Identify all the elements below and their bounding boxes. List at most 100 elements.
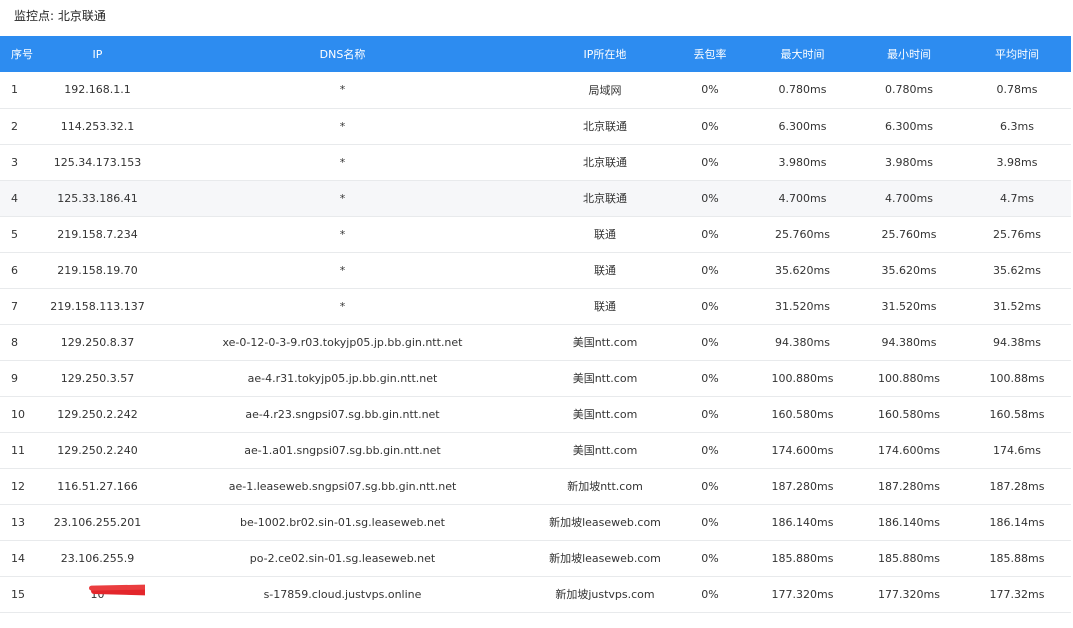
table-row: 8 129.250.8.37 xe-0-12-0-3-9.r03.tokyjp05.… bbox=[0, 324, 1071, 360]
cell-ip: 10 bbox=[50, 576, 145, 612]
cell-min-time: 160.580ms bbox=[878, 407, 940, 421]
cell-loss: 0% bbox=[701, 227, 719, 241]
cell-min-time: 25.760ms bbox=[881, 227, 937, 241]
cell-max-time: 31.520ms bbox=[775, 299, 830, 313]
cell-avg-time: 4.7ms bbox=[1000, 191, 1034, 205]
col-header-min-time: 最小时间 bbox=[887, 48, 931, 61]
cell-dns-name: s-17859.cloud.justvps.online bbox=[263, 587, 422, 601]
cell-min-time: 185.880ms bbox=[878, 551, 940, 565]
cell-location: 美国ntt.com bbox=[572, 372, 638, 385]
cell-ip: 192.168.1.1 bbox=[64, 83, 131, 97]
cell-no: 1 bbox=[11, 83, 18, 97]
table-row: 6 219.158.19.70 * 联通 0% 35.620ms 35.620ms 35.62… bbox=[0, 252, 1071, 288]
cell-dns-name: * bbox=[339, 119, 346, 133]
cell-no: 2 bbox=[11, 119, 18, 133]
cell-max-time: 160.580ms bbox=[771, 407, 834, 421]
cell-max-time: 94.380ms bbox=[775, 335, 830, 349]
cell-loss: 0% bbox=[701, 587, 719, 601]
cell-no: 7 bbox=[11, 299, 18, 313]
cell-dns-name: ae-4.r23.sngpsi07.sg.bb.gin.ntt.net bbox=[245, 407, 440, 421]
cell-min-time: 6.300ms bbox=[885, 119, 933, 133]
col-header-dns: DNS名称 bbox=[319, 48, 366, 61]
cell-dns-name: xe-0-12-0-3-9.r03.tokyjp05.jp.bb.gin.ntt… bbox=[222, 335, 463, 349]
cell-location: 新加坡ntt.com bbox=[567, 480, 643, 493]
cell-ip: 129.250.3.57 bbox=[60, 371, 135, 385]
cell-ip: 219.158.19.70 bbox=[57, 263, 138, 277]
cell-dns-name: po-2.ce02.sin-01.sg.leaseweb.net bbox=[249, 551, 436, 565]
table-row: 1 192.168.1.1 * 局域网 0% 0.780ms 0.780ms 0.78ms bbox=[0, 72, 1071, 108]
cell-no: 11 bbox=[11, 443, 25, 457]
cell-avg-time: 187.28ms bbox=[989, 479, 1045, 493]
cell-max-time: 186.140ms bbox=[771, 515, 834, 529]
cell-location: 北京联通 bbox=[583, 156, 627, 169]
col-header-location: IP所在地 bbox=[583, 48, 627, 61]
cell-dns-name: ae-4.r31.tokyjp05.jp.bb.gin.ntt.net bbox=[247, 371, 438, 385]
cell-min-time: 3.980ms bbox=[885, 155, 933, 169]
cell-avg-time: 6.3ms bbox=[1000, 119, 1034, 133]
cell-loss: 0% bbox=[701, 119, 719, 133]
cell-avg-time: 35.62ms bbox=[993, 263, 1041, 277]
traceroute-table: 序号 IP DNS名称 IP所在地 丢包率 最大时间 最小时间 平均时间 1 19… bbox=[0, 36, 1071, 613]
table-row: 9 129.250.3.57 ae-4.r31.tokyjp05.jp.bb.gin… bbox=[0, 360, 1071, 396]
redacted-ip: 10 bbox=[88, 583, 145, 601]
cell-avg-time: 94.38ms bbox=[993, 335, 1041, 349]
cell-location: 美国ntt.com bbox=[572, 336, 638, 349]
cell-no: 6 bbox=[11, 263, 18, 277]
cell-loss: 0% bbox=[701, 443, 719, 457]
cell-no: 14 bbox=[11, 551, 25, 565]
cell-avg-time: 160.58ms bbox=[989, 407, 1045, 421]
cell-ip: 129.250.2.242 bbox=[57, 407, 138, 421]
cell-dns-name: * bbox=[339, 155, 346, 169]
cell-loss: 0% bbox=[701, 299, 719, 313]
cell-ip: 219.158.7.234 bbox=[57, 227, 138, 241]
cell-loss: 0% bbox=[701, 83, 719, 97]
cell-ip: 129.250.2.240 bbox=[57, 443, 138, 457]
cell-dns-name: * bbox=[339, 83, 346, 97]
cell-no: 10 bbox=[11, 407, 25, 421]
cell-ip: 219.158.113.137 bbox=[50, 299, 145, 313]
cell-max-time: 187.280ms bbox=[771, 479, 834, 493]
cell-ip: 23.106.255.9 bbox=[60, 551, 135, 565]
cell-dns-name: ae-1.a01.sngpsi07.sg.bb.gin.ntt.net bbox=[244, 443, 441, 457]
table-row: 7 219.158.113.137 * 联通 0% 31.520ms 31.520ms 31.… bbox=[0, 288, 1071, 324]
col-header-max-time: 最大时间 bbox=[780, 48, 825, 61]
col-header-avg-time: 平均时间 bbox=[995, 48, 1039, 61]
cell-max-time: 185.880ms bbox=[771, 551, 834, 565]
cell-no: 12 bbox=[11, 479, 25, 493]
col-header-ip: IP bbox=[92, 47, 103, 61]
cell-location: 新加坡justvps.com bbox=[555, 588, 655, 601]
cell-loss: 0% bbox=[701, 371, 719, 385]
cell-location: 美国ntt.com bbox=[572, 408, 638, 421]
cell-loss: 0% bbox=[701, 407, 719, 421]
cell-avg-time: 25.76ms bbox=[993, 227, 1041, 241]
table-row: 4 125.33.186.41 * 北京联通 0% 4.700ms 4.700ms 4.7ms bbox=[0, 180, 1071, 216]
cell-dns-name: * bbox=[339, 227, 346, 241]
cell-loss: 0% bbox=[701, 551, 719, 565]
cell-location: 美国ntt.com bbox=[572, 444, 638, 457]
table-row: 2 114.253.32.1 * 北京联通 0% 6.300ms 6.300ms 6.3ms bbox=[0, 108, 1071, 144]
cell-avg-time: 186.14ms bbox=[989, 515, 1045, 529]
cell-ip: 125.34.173.153 bbox=[53, 155, 142, 169]
cell-dns-name: * bbox=[339, 263, 346, 277]
cell-ip: 129.250.8.37 bbox=[60, 335, 135, 349]
table-row: 10 129.250.2.242 ae-4.r23.sngpsi07.sg.bb.g… bbox=[0, 396, 1071, 432]
cell-no: 5 bbox=[11, 227, 18, 241]
cell-no: 9 bbox=[11, 371, 18, 385]
table-row: 13 23.106.255.201 be-1002.br02.sin-01.sg.l… bbox=[0, 504, 1071, 540]
cell-no: 13 bbox=[11, 515, 25, 529]
cell-min-time: 31.520ms bbox=[881, 299, 937, 313]
cell-min-time: 0.780ms bbox=[885, 83, 933, 97]
cell-min-time: 186.140ms bbox=[878, 515, 940, 529]
cell-max-time: 177.320ms bbox=[771, 587, 834, 601]
table-row: 15 10 s-17859.cloud.justvps.online 新加坡justv… bbox=[0, 576, 1071, 612]
cell-min-time: 94.380ms bbox=[881, 335, 937, 349]
cell-location: 联通 bbox=[594, 228, 616, 241]
cell-avg-time: 100.88ms bbox=[989, 371, 1045, 385]
table-row: 11 129.250.2.240 ae-1.a01.sngpsi07.sg.bb.g… bbox=[0, 432, 1071, 468]
cell-min-time: 100.880ms bbox=[878, 371, 940, 385]
cell-min-time: 187.280ms bbox=[878, 479, 940, 493]
cell-loss: 0% bbox=[701, 263, 719, 277]
cell-avg-time: 31.52ms bbox=[993, 299, 1041, 313]
cell-max-time: 6.300ms bbox=[778, 119, 827, 133]
cell-min-time: 177.320ms bbox=[878, 587, 940, 601]
